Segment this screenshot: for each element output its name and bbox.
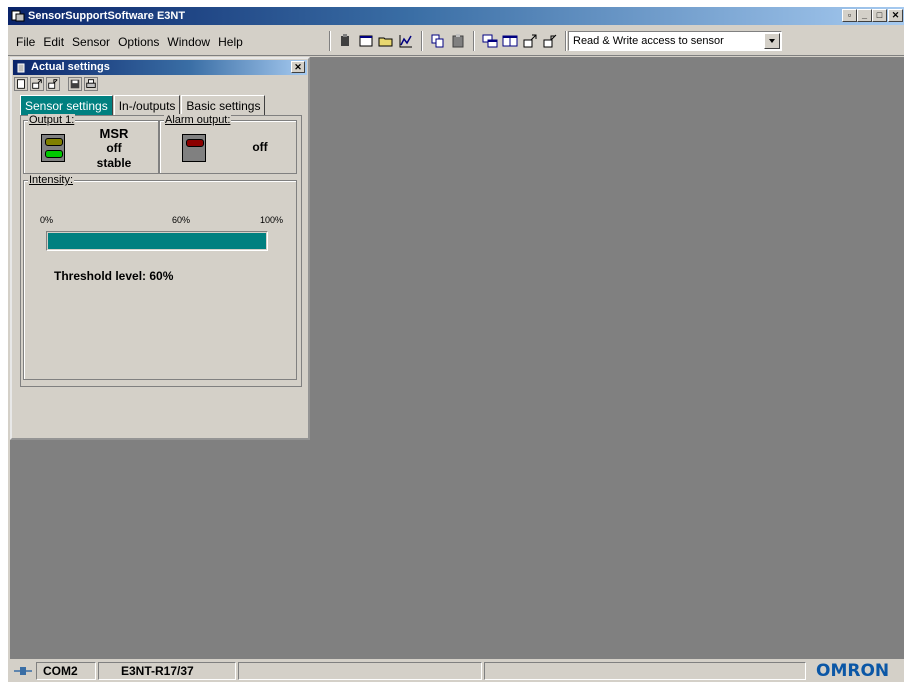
status-panel <box>238 662 482 680</box>
output1-stability: stable <box>96 156 132 170</box>
window-icon[interactable] <box>358 33 374 49</box>
sensor-icon[interactable] <box>338 33 354 49</box>
maximize-button[interactable]: □ <box>872 9 887 22</box>
access-mode-select[interactable]: Read & Write access to sensor <box>568 31 782 51</box>
child-toolbar <box>14 77 98 91</box>
output1-mode: MSR <box>99 126 129 141</box>
port-status: COM2 <box>36 662 96 680</box>
menu-file[interactable]: File <box>12 33 39 51</box>
omron-logo: OMRON <box>816 661 890 681</box>
status-panel <box>484 662 806 680</box>
toolbar <box>324 30 572 52</box>
import-icon[interactable] <box>30 77 44 91</box>
menu-help[interactable]: Help <box>214 33 247 51</box>
output1-label: Output 1: <box>28 114 76 126</box>
threshold-level: Threshold level: 60% <box>54 269 174 283</box>
toolbar-separator <box>473 31 475 51</box>
copy-icon[interactable] <box>430 33 446 49</box>
menu-edit[interactable]: Edit <box>39 33 68 51</box>
alarm-led <box>186 139 204 147</box>
intensity-label: Intensity: <box>28 174 75 186</box>
title-bar[interactable]: SensorSupportSoftware E3NT ▫ _ □ ✕ <box>8 7 904 25</box>
menu-window[interactable]: Window <box>163 33 214 51</box>
intensity-bar <box>46 231 268 251</box>
chevron-down-icon[interactable] <box>764 33 780 49</box>
output1-led-bottom <box>45 150 63 158</box>
window-title: SensorSupportSoftware E3NT <box>28 10 186 22</box>
status-bar: COM2 E3NT-R17/37 OMRON <box>8 660 904 682</box>
download-icon[interactable] <box>542 33 558 49</box>
output1-state: off <box>106 141 122 155</box>
menu-sensor[interactable]: Sensor <box>68 33 114 51</box>
mdi-client-area: Actual settings ✕ Sensor settings In-/ou… <box>10 57 904 659</box>
open-folder-icon[interactable] <box>378 33 394 49</box>
alarm-indicator <box>182 134 206 162</box>
menu-options[interactable]: Options <box>114 33 163 51</box>
settings-tabs: Sensor settings In-/outputs Basic settin… <box>20 95 266 116</box>
new-icon[interactable] <box>14 77 28 91</box>
chart-icon[interactable] <box>398 33 414 49</box>
intensity-fill <box>48 233 266 249</box>
cascade-icon[interactable] <box>502 33 518 49</box>
tab-sensor-settings[interactable]: Sensor settings <box>20 95 113 116</box>
intensity-group: Intensity: 0% 60% 100% Threshold level: … <box>23 174 297 380</box>
paste-icon[interactable] <box>450 33 466 49</box>
menu-bar: File Edit Sensor Options Window Help Rea… <box>8 27 904 56</box>
child-title-bar[interactable]: Actual settings ✕ <box>13 60 307 75</box>
connection-icon <box>14 667 32 675</box>
save-icon[interactable] <box>68 77 82 91</box>
alarm-state: off <box>252 140 268 154</box>
upload-icon[interactable] <box>522 33 538 49</box>
main-window: SensorSupportSoftware E3NT ▫ _ □ ✕ File … <box>8 7 904 682</box>
close-button[interactable]: ✕ <box>888 9 903 22</box>
minimize-icon: _ <box>861 10 867 20</box>
child-window-title: Actual settings <box>31 61 110 73</box>
tile-icon[interactable] <box>482 33 498 49</box>
alarm-output-label: Alarm output: <box>164 114 232 126</box>
toolbar-separator <box>329 31 331 51</box>
export-icon[interactable] <box>46 77 60 91</box>
output1-status: MSR off stable <box>84 126 144 171</box>
actual-settings-window: Actual settings ✕ Sensor settings In-/ou… <box>10 57 310 440</box>
sensor-settings-panel: Output 1: MSR off stable Alarm output: o… <box>20 114 302 387</box>
toolbar-separator <box>421 31 423 51</box>
alarm-output-group: Alarm output: off <box>159 114 297 174</box>
access-mode-value: Read & Write access to sensor <box>573 35 724 47</box>
output1-group: Output 1: MSR off stable <box>23 114 159 174</box>
scale-min-label: 0% <box>40 215 54 225</box>
toolbar-separator <box>565 31 567 51</box>
app-icon <box>11 10 25 22</box>
minimize-button[interactable]: _ <box>857 9 872 22</box>
close-icon: ✕ <box>294 62 302 72</box>
print-icon[interactable] <box>84 77 98 91</box>
mdi-restore-button[interactable]: ▫ <box>842 9 857 22</box>
output1-led-top <box>45 138 63 146</box>
tab-basic-settings[interactable]: Basic settings <box>181 95 266 116</box>
output1-indicator <box>41 134 65 162</box>
scale-threshold-label: 60% <box>172 215 191 225</box>
restore-icon: ▫ <box>847 10 852 20</box>
child-close-button[interactable]: ✕ <box>291 61 305 73</box>
close-icon: ✕ <box>891 10 900 20</box>
sensor-icon <box>17 63 25 73</box>
scale-max-label: 100% <box>260 215 284 225</box>
tab-in-outputs[interactable]: In-/outputs <box>113 95 181 116</box>
maximize-icon: □ <box>876 10 883 20</box>
sensor-model-status: E3NT-R17/37 <box>98 662 236 680</box>
